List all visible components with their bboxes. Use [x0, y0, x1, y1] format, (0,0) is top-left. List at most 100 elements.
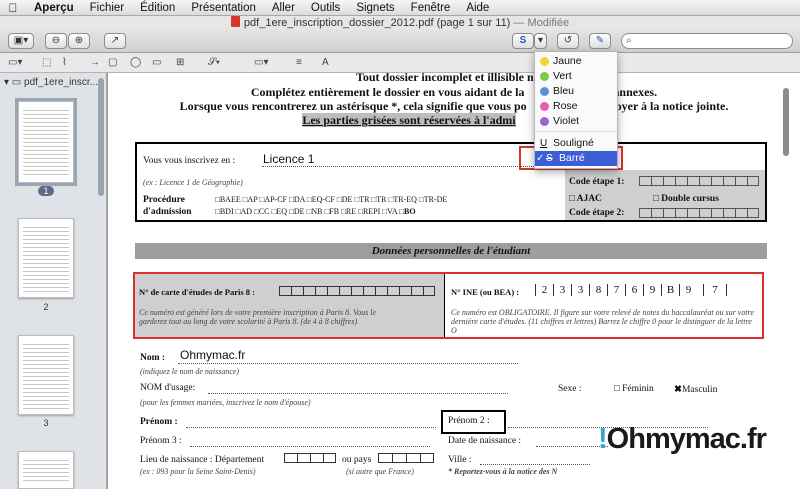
sidebar-toggle-button[interactable]: ▣▾	[8, 33, 34, 49]
page-label-1: 1	[18, 186, 74, 196]
oval-icon[interactable]: ◯	[130, 57, 141, 68]
ine-digit: 9	[643, 284, 661, 296]
section-title: Données personnelles de l'étudiant	[135, 243, 767, 259]
pink-dot-icon	[540, 102, 549, 111]
prenom2-box: Prénom 2 :	[441, 410, 506, 434]
note-icon[interactable]: ▢	[108, 57, 117, 68]
double-cursus-checkbox[interactable]: □ Double cursus	[653, 194, 719, 204]
checkmark-icon: ✓	[536, 153, 545, 164]
chevron-down-icon[interactable]: ▾	[534, 33, 547, 49]
menu-item-violet[interactable]: Violet	[535, 114, 617, 129]
pdf-icon	[230, 16, 240, 27]
prenom3-label: Prénom 3 :	[140, 436, 182, 446]
pays-field[interactable]	[378, 453, 434, 463]
ine-digit: B	[661, 284, 679, 296]
menu-aide[interactable]: Aide	[458, 2, 497, 14]
zoom-in-icon[interactable]: ⊕	[68, 33, 90, 49]
menu-item-rose[interactable]: Rose	[535, 99, 617, 114]
ine-digit: 3	[553, 284, 571, 296]
menu-aller[interactable]: Aller	[264, 2, 303, 14]
page-thumb-3[interactable]	[18, 335, 74, 415]
naissance-label: Date de naissance :	[448, 436, 522, 446]
edit-icon[interactable]: ✎	[589, 33, 611, 49]
ine-digit: 6	[625, 284, 643, 296]
annotation-toolbar: ▭▾ ⬚ ⌇ → ▢ ◯ ▭ ⊞ 𝒮▾ ▭▾ ≡ A	[0, 53, 800, 73]
menu-signets[interactable]: Signets	[348, 2, 402, 14]
menu-presentation[interactable]: Présentation	[183, 2, 264, 14]
annotation-style-menu: Jaune Vert Bleu Rose Violet U Souligné ✓ S…	[534, 51, 618, 169]
menu-item-souligne[interactable]: U Souligné	[535, 136, 617, 151]
line-style-icon[interactable]: ≡	[296, 57, 302, 68]
ine-label: N° INE (ou BEA) :	[451, 287, 520, 297]
pays-label: ou pays	[342, 455, 372, 465]
ine-digit: 9	[679, 284, 697, 296]
nom-hint: (indiquez le nom de naissance)	[140, 367, 240, 376]
page-label-2: 2	[43, 302, 49, 312]
sexe-label: Sexe :	[558, 384, 582, 394]
menu-fichier[interactable]: Fichier	[82, 2, 133, 14]
inscription-box: Vous vous inscrivez en : Licence 1 (ex :…	[135, 142, 767, 222]
menu-app[interactable]: Aperçu	[26, 2, 82, 14]
page-thumb-4[interactable]	[18, 451, 74, 489]
blue-dot-icon	[540, 87, 549, 96]
font-icon[interactable]: A	[322, 57, 329, 68]
menu-fenetre[interactable]: Fenêtre	[403, 2, 459, 14]
rotate-icon[interactable]: ↺	[557, 33, 579, 49]
ine-digit: 7	[607, 284, 625, 296]
color-icon[interactable]: ▭▾	[254, 57, 268, 68]
sidebar-title[interactable]: ▾ ▭ pdf_1ere_inscr...	[4, 77, 98, 88]
signature-icon[interactable]: 𝒮▾	[208, 57, 220, 68]
pays-hint: (si autre que France)	[346, 467, 414, 476]
sidebar-scrollbar[interactable]	[98, 78, 104, 196]
apple-icon[interactable]: 	[0, 1, 26, 15]
id-numbers-box: N° de carte d'études de Paris 8 : Ce num…	[133, 272, 764, 339]
doc-line-0: Tout dossier incomplet et illisible ne s…	[355, 73, 552, 84]
departement-field[interactable]	[284, 453, 336, 463]
lieu-hint: (ex : 093 pour la Seine Saint-Denis)	[140, 467, 256, 476]
inscr-value[interactable]: Licence 1	[263, 152, 314, 166]
document-scrollbar[interactable]	[783, 88, 789, 156]
carte-note: Ce numéro est généré lors de votre premi…	[139, 308, 376, 326]
search-input[interactable]: ⌕	[621, 33, 793, 49]
menu-outils[interactable]: Outils	[303, 2, 348, 14]
lieu-label: Lieu de naissance : Département	[140, 455, 264, 465]
carte-field[interactable]	[279, 286, 435, 296]
arrow-icon[interactable]: →	[90, 57, 100, 68]
notice-hint: * Reportez-vous à la notice des N	[448, 467, 558, 476]
comment-icon[interactable]: ▭	[152, 57, 161, 68]
lasso-icon[interactable]: ⌇	[62, 57, 67, 68]
ajac-checkbox[interactable]: □ AJAC	[569, 194, 602, 204]
feminin-checkbox[interactable]: □ Féminin	[614, 384, 654, 394]
menu-item-vert[interactable]: Vert	[535, 69, 617, 84]
menu-item-bleu[interactable]: Bleu	[535, 84, 617, 99]
menu-edition[interactable]: Édition	[132, 2, 183, 14]
strikethrough-icon: S	[546, 153, 553, 164]
text-box-icon[interactable]: ⊞	[176, 57, 184, 68]
masculin-checkbox[interactable]: ✖Masculin	[674, 384, 717, 395]
share-icon[interactable]: ↗	[104, 33, 126, 49]
zoom-out-icon[interactable]: ⊖	[45, 33, 67, 49]
strike-tool-icon[interactable]: S	[512, 33, 534, 49]
ine-digit: 2	[535, 284, 553, 296]
ine-digit: 3	[571, 284, 589, 296]
window-title: pdf_1ere_inscription_dossier_2012.pdf (p…	[0, 16, 800, 30]
prenom2-label: Prénom 2 :	[448, 416, 490, 426]
page-thumb-1[interactable]	[15, 98, 77, 186]
ine-note: Ce numéro est OBLIGATOIRE. Il figure sur…	[451, 308, 754, 335]
yellow-dot-icon	[540, 57, 549, 66]
green-dot-icon	[540, 72, 549, 81]
page-label-3: 3	[43, 418, 49, 428]
toolbar: ▣▾ ⊖ ⊕ ↗ S ▾ ↺ ✎ ⌕	[0, 30, 800, 53]
select-text-icon[interactable]: ▭▾	[8, 57, 22, 68]
menu-item-barre[interactable]: ✓ S Barré	[535, 151, 617, 166]
nom-label: Nom :	[140, 353, 166, 363]
procedure-opts-1: □BAEE □AP □AP-CF □DA □EQ-CF □DE □TR □TR …	[215, 195, 448, 204]
rect-select-icon[interactable]: ⬚	[42, 57, 51, 68]
ine-field[interactable]: 2 3 3 8 7 6 9 B 9 7	[535, 284, 727, 296]
doc-line-2: Lorsque vous rencontrerez un astérisque …	[179, 99, 729, 113]
menu-item-jaune[interactable]: Jaune	[535, 54, 617, 69]
doc-line-1: Complétez entièrement le dossier en vous…	[250, 85, 658, 99]
nom-value[interactable]: Ohmymac.fr	[180, 348, 245, 362]
procedure-label: Procédure	[143, 195, 185, 205]
page-thumb-2[interactable]	[18, 218, 74, 298]
